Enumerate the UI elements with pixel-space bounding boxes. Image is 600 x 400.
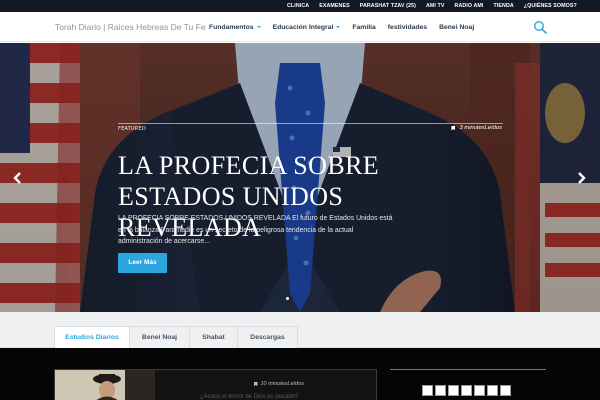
top-links: CLINICA EXAMENES PARASHAT TZAV (25) AMI … <box>282 0 582 12</box>
sidebar-widget <box>422 385 513 396</box>
post-read-time-label: 10 minutesLeídos <box>260 381 304 387</box>
top-link-examenes[interactable]: EXAMENES <box>314 0 355 12</box>
hero-divider <box>118 123 503 124</box>
sidebar-divider <box>390 369 546 370</box>
content-area: 10 minutesLeídos ¿Acaso el temor de Dios… <box>0 348 600 400</box>
calendar-cell[interactable] <box>435 385 446 396</box>
calendar-cell[interactable] <box>422 385 433 396</box>
bookmark-icon <box>254 381 258 387</box>
post-read-time: 10 minutesLeídos <box>254 381 304 387</box>
main-nav: Fundamentos Educación Integral Familia f… <box>209 12 486 42</box>
slider-dot[interactable] <box>286 297 289 300</box>
calendar-cell[interactable] <box>474 385 485 396</box>
post-title[interactable]: ¿Acaso el temor de Dios es pecado? <box>200 394 370 400</box>
hero-read-time-label: 3 minutesLeídos <box>459 125 502 131</box>
bookmark-icon <box>451 125 456 131</box>
nav-item-fundamentos[interactable]: Fundamentos <box>209 24 261 31</box>
nav-label: Educación Integral <box>272 23 334 31</box>
slider-next-button[interactable] <box>574 171 588 185</box>
nav-item-benei-noaj[interactable]: Benei Noaj <box>439 24 474 31</box>
tab-shabat[interactable]: Shabat <box>189 326 238 348</box>
site-header: Torah Diario | Raices Hebreas De Tu Fe F… <box>0 12 600 42</box>
hero-category[interactable]: FEATURED <box>118 126 146 132</box>
calendar-cell[interactable] <box>500 385 511 396</box>
nav-label: Familia <box>352 23 376 31</box>
top-link-radio-ami[interactable]: RADIO AMI <box>450 0 489 12</box>
caret-down-icon <box>336 26 341 28</box>
top-utility-bar: CLINICA EXAMENES PARASHAT TZAV (25) AMI … <box>0 0 600 12</box>
calendar-cell[interactable] <box>461 385 472 396</box>
top-link-ami-tv[interactable]: AMI TV <box>421 0 450 12</box>
tab-descargas[interactable]: Descargas <box>237 326 298 348</box>
nav-label: festividades <box>387 23 428 31</box>
section-tabs: Estudios Diarios Benei Noaj Shabat Desca… <box>0 312 600 349</box>
search-icon <box>533 20 547 34</box>
slider-prev-button[interactable] <box>11 171 25 185</box>
calendar-cell[interactable] <box>448 385 459 396</box>
top-link-clinica[interactable]: CLINICA <box>282 0 314 12</box>
top-link-parashat[interactable]: PARASHAT TZAV (25) <box>355 0 421 12</box>
nav-item-festividades[interactable]: festividades <box>388 24 427 31</box>
nav-item-educacion-integral[interactable]: Educación Integral <box>273 24 341 31</box>
hero-read-time: 3 minutesLeídos <box>451 125 502 131</box>
tab-benei-noaj[interactable]: Benei Noaj <box>129 326 190 348</box>
calendar-cell[interactable] <box>487 385 498 396</box>
top-link-tienda[interactable]: TIENDA <box>488 0 518 12</box>
post-thumbnail <box>55 370 155 400</box>
tab-estudios-diarios[interactable]: Estudios Diarios <box>54 326 130 349</box>
top-link-quienes-somos[interactable]: ¿QUIÉNES SOMOS? <box>519 0 582 12</box>
nav-label: Fundamentos <box>209 23 254 31</box>
site-brand[interactable]: Torah Diario | Raices Hebreas De Tu Fe <box>55 12 206 42</box>
nav-item-familia[interactable]: Familia <box>352 24 375 31</box>
hero-slider: FEATURED 3 minutesLeídos LA PROFECIA SOB… <box>0 43 600 312</box>
hero-excerpt: LA PROFECIA SOBRE ESTADOS UNIDOS REVELAD… <box>118 215 393 245</box>
caret-down-icon <box>256 26 261 28</box>
read-more-button[interactable]: Leer Más <box>118 253 167 273</box>
nav-label: Benei Noaj <box>439 23 475 31</box>
search-button[interactable] <box>533 20 547 34</box>
chevron-left-icon <box>13 172 21 184</box>
chevron-right-icon <box>578 172 586 184</box>
